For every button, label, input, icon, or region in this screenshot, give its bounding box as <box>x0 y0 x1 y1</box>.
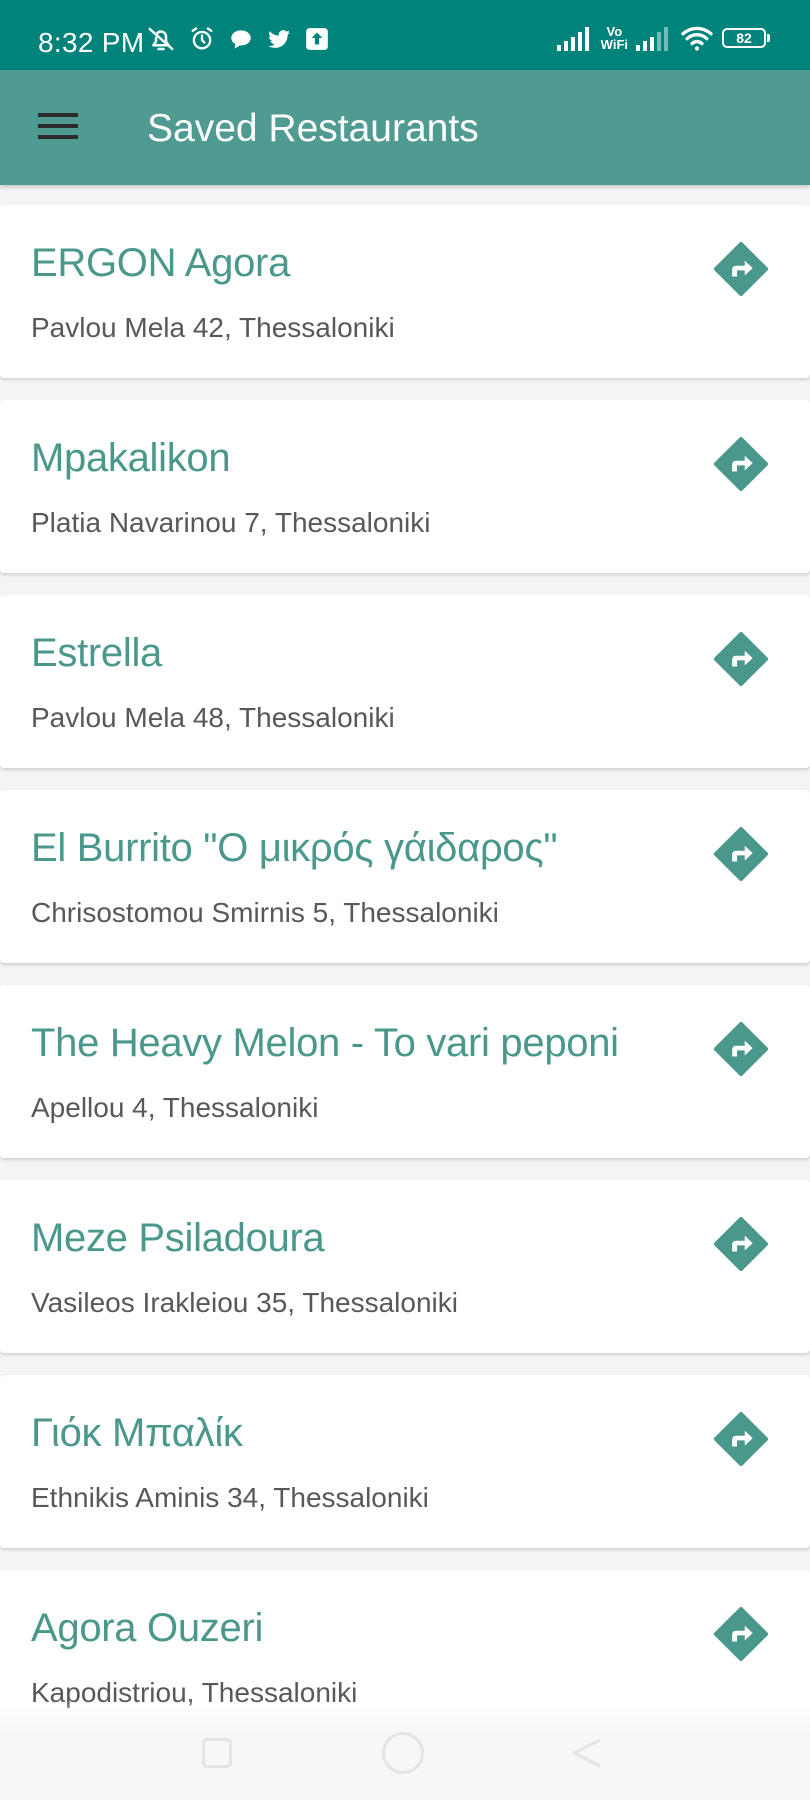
app-bar: Saved Restaurants <box>0 70 810 185</box>
chat-bubble-icon <box>228 26 254 52</box>
directions-icon <box>713 436 769 496</box>
status-notification-icons <box>146 24 330 54</box>
restaurant-card[interactable]: Mpakalikon Platia Navarinou 7, Thessalon… <box>0 400 810 573</box>
directions-button[interactable] <box>713 1606 769 1662</box>
restaurant-address: Pavlou Mela 48, Thessaloniki <box>31 702 395 733</box>
directions-icon <box>713 631 769 691</box>
alarm-icon <box>188 25 216 53</box>
wifi-icon <box>680 24 714 52</box>
restaurant-card[interactable]: The Heavy Melon - To vari peponi Apellou… <box>0 985 810 1158</box>
directions-button[interactable] <box>713 436 769 492</box>
restaurant-card[interactable]: Γιόκ Μπαλίκ Ethnikis Aminis 34, Thessalo… <box>0 1375 810 1548</box>
signal-strength-icon-2 <box>636 25 672 51</box>
home-button[interactable] <box>382 1732 424 1774</box>
restaurant-address: Vasileos Irakleiou 35, Thessaloniki <box>31 1287 458 1318</box>
restaurant-card[interactable]: Meze Psiladoura Vasileos Irakleiou 35, T… <box>0 1180 810 1353</box>
status-time: 8:32 PM <box>38 27 145 58</box>
restaurant-address: Ethnikis Aminis 34, Thessaloniki <box>31 1482 429 1513</box>
restaurant-name: Meze Psiladoura <box>31 1216 325 1260</box>
back-triangle-icon <box>572 1738 601 1768</box>
page-title: Saved Restaurants <box>147 107 479 150</box>
restaurant-card[interactable]: El Burrito "Ο μικρός γάιδαρος" Chrisosto… <box>0 790 810 963</box>
bell-off-icon <box>146 24 176 54</box>
directions-icon <box>713 1411 769 1471</box>
restaurant-address: Apellou 4, Thessaloniki <box>31 1092 319 1123</box>
restaurant-name: Γιόκ Μπαλίκ <box>31 1411 243 1455</box>
directions-button[interactable] <box>713 826 769 882</box>
restaurant-name: Mpakalikon <box>31 436 231 480</box>
restaurant-name: ERGON Agora <box>31 241 291 285</box>
restaurant-name: The Heavy Melon - To vari peponi <box>31 1021 619 1065</box>
upload-icon <box>304 26 330 52</box>
directions-icon <box>713 1021 769 1081</box>
restaurant-address: Pavlou Mela 42, Thessaloniki <box>31 312 395 343</box>
status-system-icons: Vo WiFi 82 <box>556 24 770 52</box>
recents-button[interactable] <box>202 1738 232 1768</box>
restaurant-list: ERGON Agora Pavlou Mela 42, Thessaloniki… <box>0 205 810 1765</box>
menu-button[interactable] <box>26 102 90 154</box>
directions-button[interactable] <box>713 1021 769 1077</box>
battery-icon: 82 <box>722 28 770 48</box>
directions-button[interactable] <box>713 1411 769 1467</box>
hamburger-menu-icon <box>38 111 78 146</box>
directions-icon <box>713 1606 769 1666</box>
status-bar: 8:32 PM Vo WiFi 82 <box>0 0 810 70</box>
directions-button[interactable] <box>713 1216 769 1272</box>
vowifi-label: Vo WiFi <box>600 24 628 52</box>
restaurant-name: Agora Ouzeri <box>31 1606 264 1650</box>
twitter-icon <box>266 26 292 52</box>
restaurant-address: Chrisostomou Smirnis 5, Thessaloniki <box>31 897 499 928</box>
back-button[interactable] <box>570 1736 604 1770</box>
restaurant-address: Platia Navarinou 7, Thessaloniki <box>31 507 431 538</box>
directions-icon <box>713 1216 769 1276</box>
restaurant-card[interactable]: ERGON Agora Pavlou Mela 42, Thessaloniki <box>0 205 810 378</box>
restaurant-name: Estrella <box>31 631 162 675</box>
directions-icon <box>713 826 769 886</box>
signal-strength-icon <box>556 25 593 51</box>
restaurant-card[interactable]: Estrella Pavlou Mela 48, Thessaloniki <box>0 595 810 768</box>
directions-button[interactable] <box>713 241 769 297</box>
directions-icon <box>713 241 769 301</box>
directions-button[interactable] <box>713 631 769 687</box>
restaurant-name: El Burrito "Ο μικρός γάιδαρος" <box>31 826 558 870</box>
